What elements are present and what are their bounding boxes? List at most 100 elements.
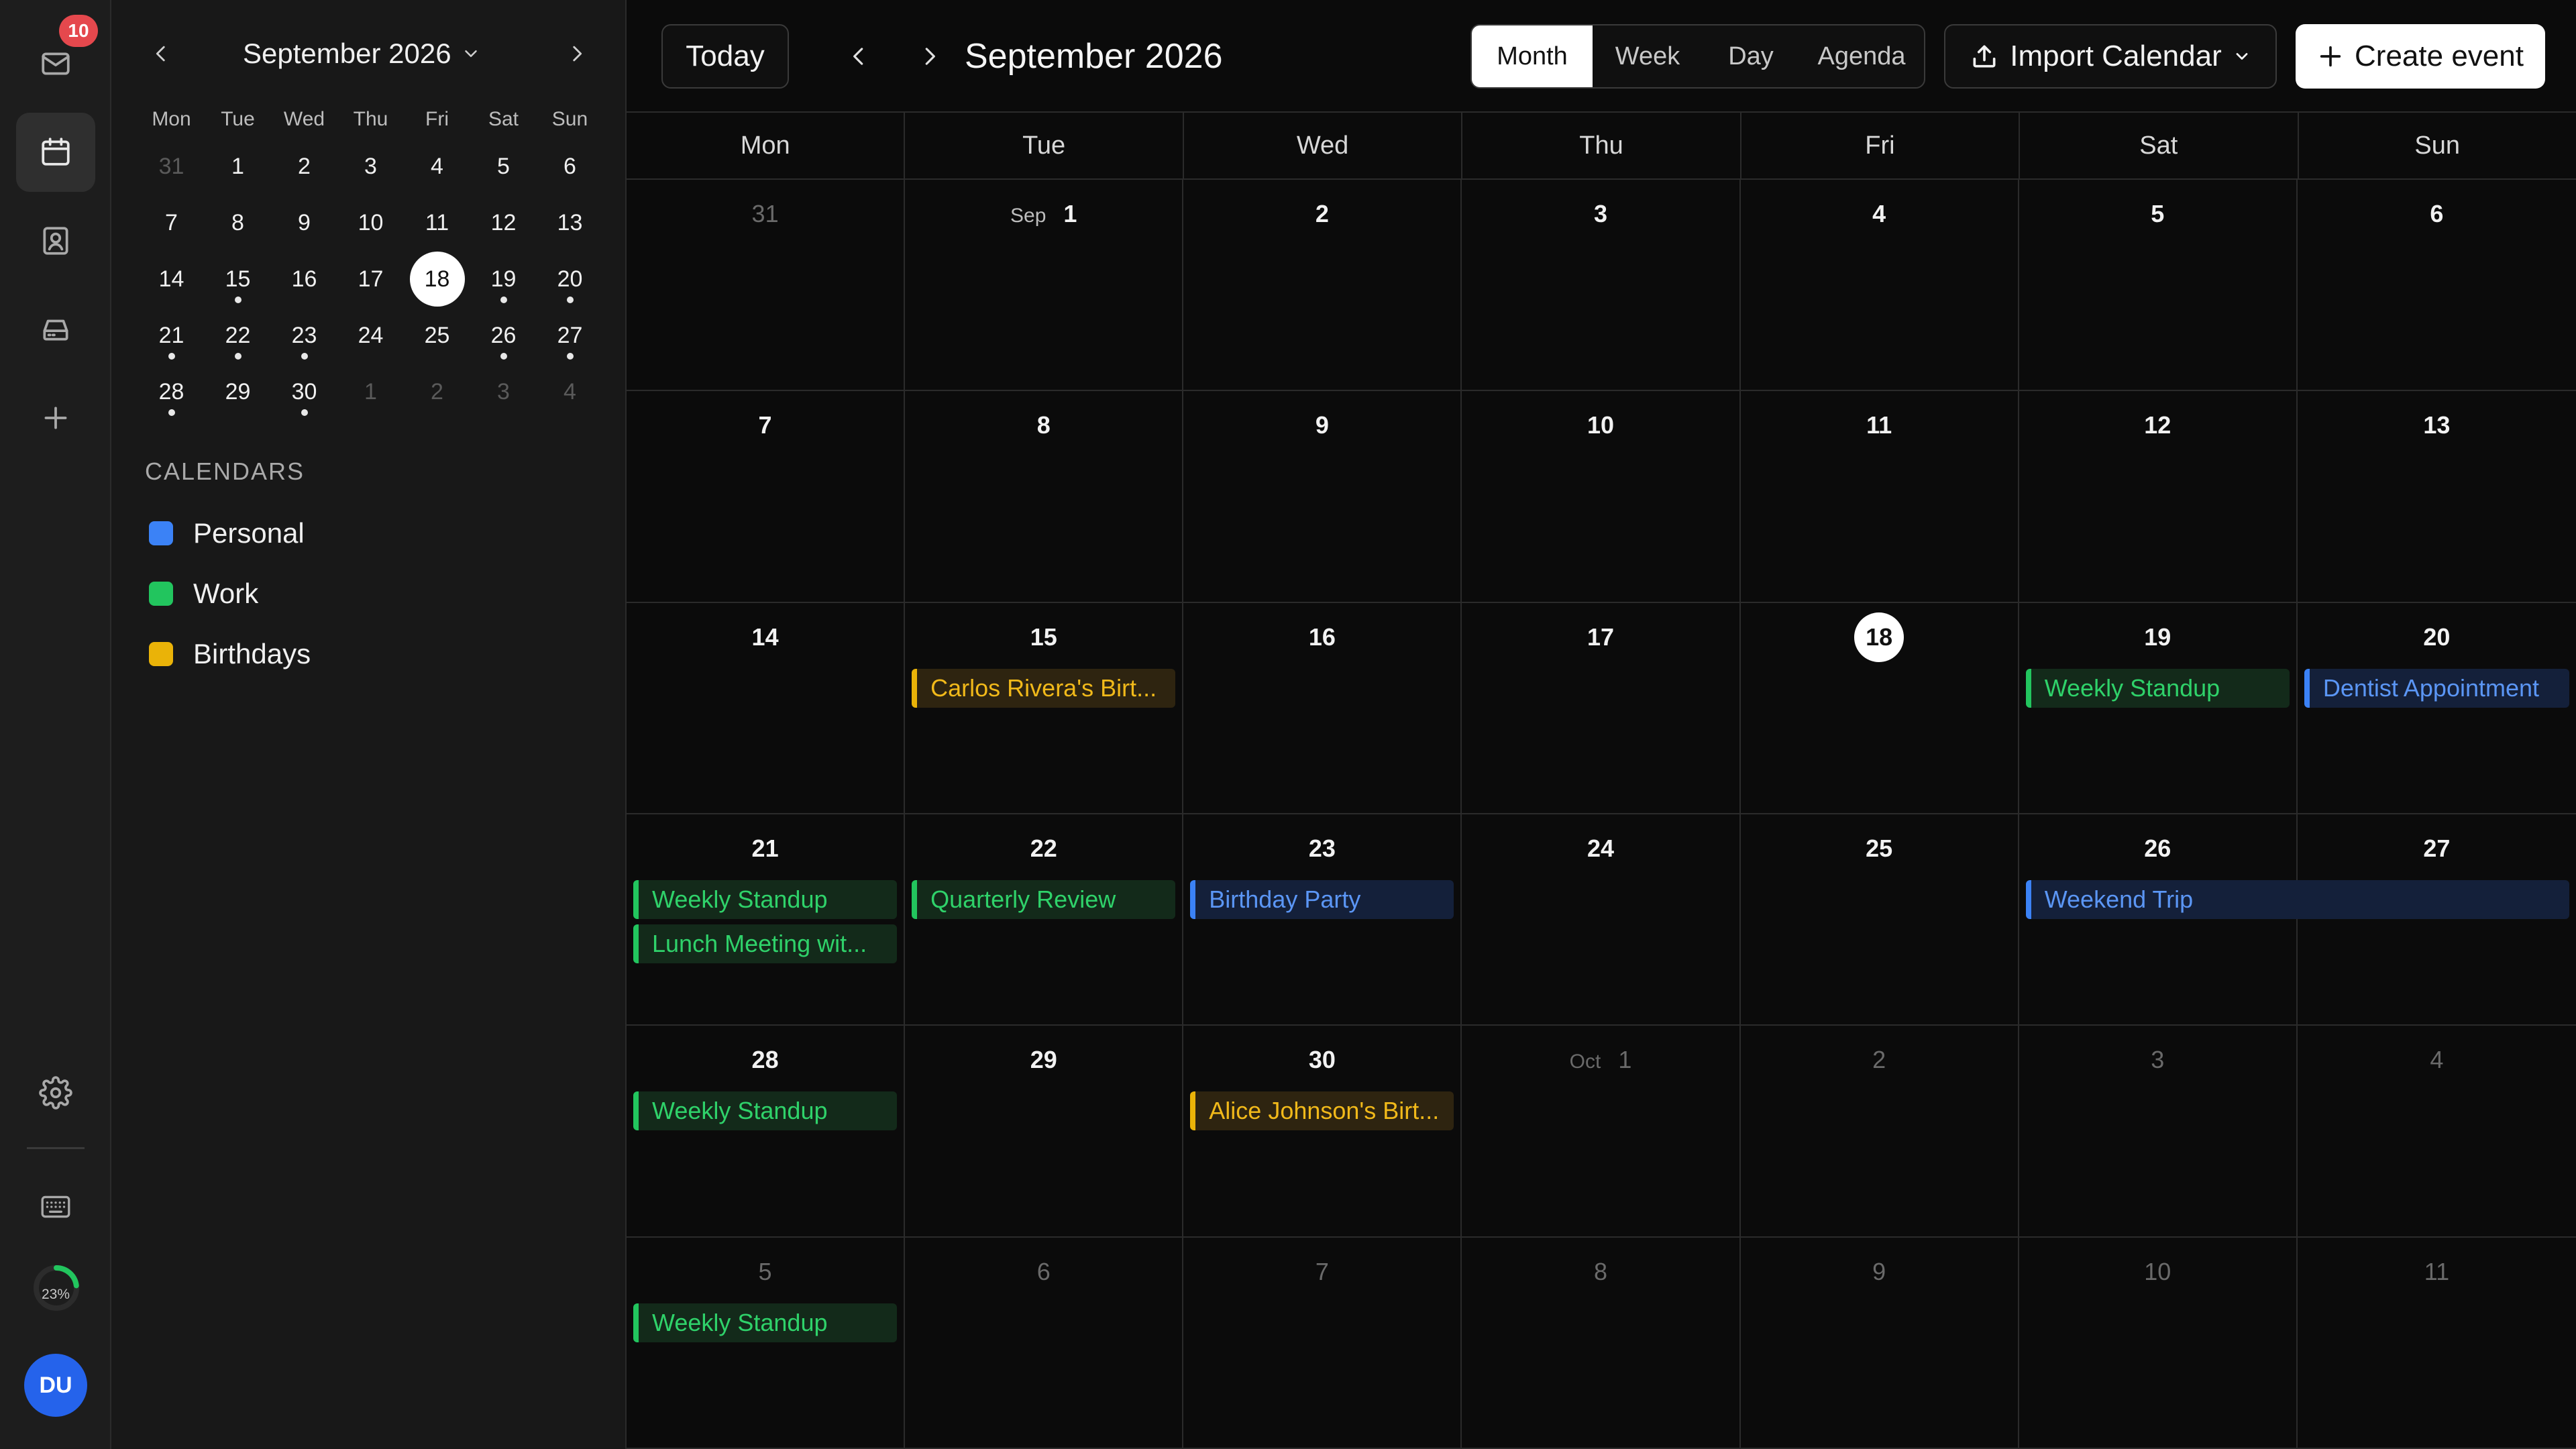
day-cell[interactable]: 4 (2297, 1026, 2576, 1238)
mini-prev-month-button[interactable] (141, 34, 181, 74)
mini-day[interactable]: 30 (271, 364, 337, 420)
day-cell[interactable]: 15 Carlos Rivera's Birt... (905, 602, 1184, 814)
mini-day[interactable]: 22 (205, 307, 271, 364)
add-account-button[interactable] (16, 378, 95, 458)
mini-day[interactable]: 3 (337, 138, 404, 195)
mini-day[interactable]: 24 (337, 307, 404, 364)
mini-day[interactable]: 2 (404, 364, 470, 420)
event-chip-work[interactable]: Lunch Meeting wit... (633, 924, 898, 963)
day-cell[interactable]: 6 (2297, 180, 2576, 392)
day-cell[interactable]: 12 (2019, 391, 2298, 603)
calendar-item-work[interactable]: Work (149, 570, 258, 617)
mini-day[interactable]: 2 (271, 138, 337, 195)
mini-day[interactable]: 20 (537, 251, 603, 307)
inbox-nav-button[interactable] (16, 290, 95, 369)
mini-day[interactable]: 10 (337, 195, 404, 251)
view-agenda-button[interactable]: Agenda (1799, 25, 1924, 87)
day-cell[interactable]: 23 Birthday Party (1183, 814, 1462, 1026)
day-cell[interactable]: 5 Weekly Standup (627, 1237, 906, 1449)
day-cell[interactable]: 21 Weekly Standup Lunch Meeting wit... (627, 814, 906, 1026)
day-cell[interactable]: 20 Dentist Appointment (2297, 603, 2576, 814)
mini-day[interactable]: 11 (404, 195, 470, 251)
mini-day[interactable]: 29 (205, 364, 271, 420)
mini-day[interactable]: 1 (205, 138, 271, 195)
keyboard-shortcuts-button[interactable] (16, 1167, 95, 1246)
today-button[interactable]: Today (661, 24, 789, 89)
mini-day[interactable]: 28 (138, 364, 205, 420)
day-cell[interactable]: 27 (2297, 814, 2576, 1026)
event-chip-work[interactable]: Weekly Standup (633, 1091, 898, 1131)
day-cell[interactable]: 5 (2019, 180, 2298, 392)
day-cell[interactable]: 14 (627, 602, 906, 814)
event-chip-personal[interactable]: Birthday Party (1190, 880, 1454, 919)
day-cell[interactable]: 3 (2019, 1026, 2298, 1238)
mini-day[interactable]: 4 (537, 364, 603, 420)
day-cell[interactable]: 9 (1740, 1237, 2019, 1449)
mini-day-today[interactable]: 18 (404, 251, 470, 307)
mini-day[interactable]: 5 (470, 138, 537, 195)
mini-day[interactable]: 16 (271, 251, 337, 307)
event-chip-work[interactable]: Weekly Standup (633, 1303, 898, 1342)
create-event-button[interactable]: Create event (2296, 24, 2545, 89)
mini-day[interactable]: 21 (138, 307, 205, 364)
day-cell[interactable]: 8 (1462, 1237, 1741, 1449)
mini-day[interactable]: 31 (138, 138, 205, 195)
day-cell[interactable]: Sep 1 (905, 180, 1184, 392)
day-cell[interactable]: 28 Weekly Standup (627, 1026, 906, 1238)
mini-day[interactable]: 15 (205, 251, 271, 307)
mini-day[interactable]: 7 (138, 195, 205, 251)
avatar[interactable]: DU (24, 1354, 87, 1417)
mini-day[interactable]: 19 (470, 251, 537, 307)
view-month-button[interactable]: Month (1472, 25, 1593, 87)
contacts-nav-button[interactable] (16, 201, 95, 280)
day-cell[interactable]: 7 (1183, 1237, 1462, 1449)
event-chip-work[interactable]: Weekly Standup (2025, 668, 2290, 708)
day-cell[interactable]: 8 (905, 391, 1184, 603)
day-cell[interactable]: 10 (1462, 391, 1741, 603)
day-cell[interactable]: 13 (2297, 391, 2576, 603)
event-chip-birthday[interactable]: Carlos Rivera's Birt... (912, 668, 1176, 708)
event-chip-personal[interactable]: Weekend Trip (2025, 880, 2569, 919)
calendar-item-personal[interactable]: Personal (149, 510, 305, 557)
event-chip-work[interactable]: Weekly Standup (633, 880, 898, 919)
mini-next-month-button[interactable] (557, 34, 597, 74)
next-month-button[interactable] (908, 35, 951, 78)
day-cell[interactable]: 10 (2019, 1237, 2298, 1449)
mini-day[interactable]: 4 (404, 138, 470, 195)
prev-month-button[interactable] (837, 35, 880, 78)
day-cell[interactable]: 11 (1740, 391, 2019, 603)
mini-day[interactable]: 12 (470, 195, 537, 251)
day-cell[interactable]: 22 Quarterly Review (905, 814, 1184, 1026)
view-week-button[interactable]: Week (1593, 25, 1703, 87)
mini-day[interactable]: 9 (271, 195, 337, 251)
import-calendar-button[interactable]: Import Calendar (1944, 24, 2277, 89)
day-cell[interactable]: 2 (1183, 180, 1462, 392)
day-cell[interactable]: 4 (1740, 180, 2019, 392)
mini-day[interactable]: 1 (337, 364, 404, 420)
day-cell[interactable]: 17 (1462, 602, 1741, 814)
mini-day[interactable]: 23 (271, 307, 337, 364)
event-chip-work[interactable]: Quarterly Review (912, 880, 1176, 919)
day-cell[interactable]: 2 (1740, 1026, 2019, 1238)
day-cell[interactable]: 11 (2297, 1238, 2576, 1449)
day-cell[interactable]: 19 Weekly Standup (2019, 602, 2298, 814)
mini-day[interactable]: 8 (205, 195, 271, 251)
mini-day[interactable]: 3 (470, 364, 537, 420)
day-cell[interactable]: 3 (1462, 180, 1741, 392)
day-cell[interactable]: 9 (1183, 391, 1462, 603)
day-cell[interactable]: 29 (905, 1026, 1184, 1238)
mini-day[interactable]: 26 (470, 307, 537, 364)
day-cell[interactable]: 16 (1183, 602, 1462, 814)
calendar-item-birthdays[interactable]: Birthdays (149, 631, 311, 678)
mini-day[interactable]: 25 (404, 307, 470, 364)
day-cell[interactable]: 6 (905, 1237, 1184, 1449)
day-cell[interactable]: 7 (627, 391, 906, 603)
day-cell[interactable]: 24 (1462, 814, 1741, 1026)
mini-day[interactable]: 14 (138, 251, 205, 307)
day-cell[interactable]: 31 (627, 180, 906, 392)
day-cell[interactable]: 26 Weekend Trip (2019, 814, 2569, 1026)
day-cell[interactable]: 25 (1740, 814, 2019, 1026)
mini-month-picker[interactable]: September 2026 (243, 34, 481, 74)
calendar-nav-button[interactable] (16, 113, 95, 192)
event-chip-birthday[interactable]: Alice Johnson's Birt... (1190, 1091, 1454, 1131)
